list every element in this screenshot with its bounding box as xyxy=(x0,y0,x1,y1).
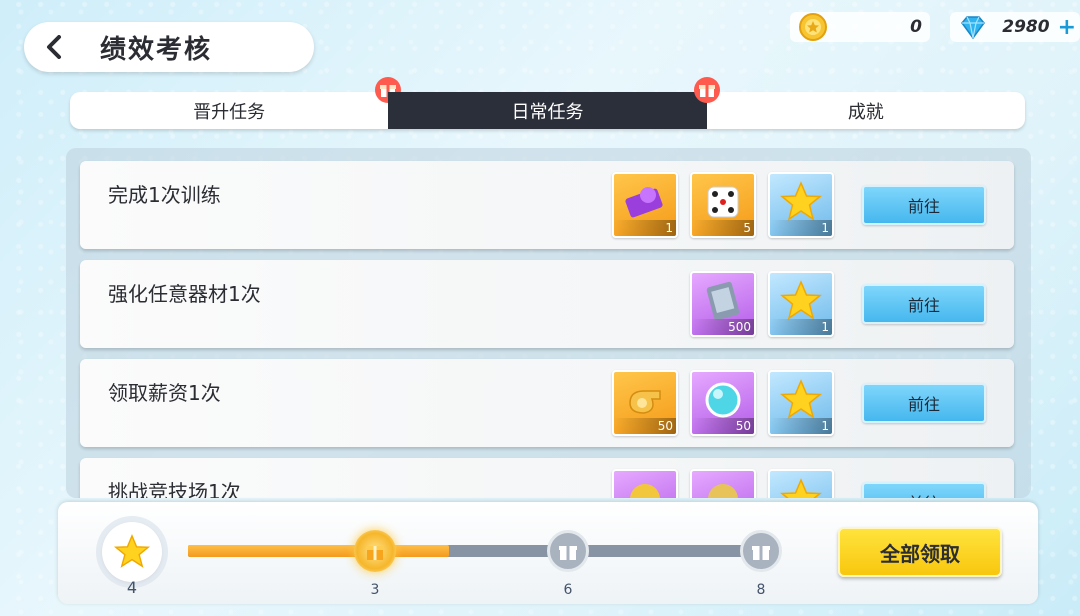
reward-count: 50 xyxy=(692,418,754,434)
gift-icon xyxy=(752,546,770,560)
activity-progress-bar: 4 3 6 8 全部领取 xyxy=(58,502,1038,604)
reward-item[interactable] xyxy=(690,469,756,498)
milestone-chest[interactable] xyxy=(354,530,396,572)
tablet-icon xyxy=(706,281,740,321)
milestone-chest[interactable] xyxy=(740,530,782,572)
gem-counter[interactable]: 2980 + xyxy=(950,12,1080,42)
reward-count: 1 xyxy=(770,220,832,236)
task-row: 领取薪资1次 50 50 1 前往 xyxy=(80,359,1014,447)
reward-item[interactable]: 1 xyxy=(768,370,834,436)
activity-points-badge xyxy=(102,522,162,582)
reward-count: 1 xyxy=(770,418,832,434)
coin-counter[interactable]: 0 xyxy=(790,12,930,42)
back-button[interactable] xyxy=(24,22,84,72)
tab-label: 晋升任务 xyxy=(193,101,266,123)
milestone-label: 8 xyxy=(756,582,766,598)
go-button[interactable]: 前往 xyxy=(862,185,986,225)
star-icon xyxy=(779,379,823,419)
go-button[interactable]: 前往 xyxy=(862,482,986,498)
star-icon xyxy=(113,534,151,568)
go-button[interactable]: 前往 xyxy=(862,383,986,423)
gem-value: 2980 xyxy=(1002,17,1050,37)
diamond-icon xyxy=(961,16,985,40)
reward-item[interactable]: 5 xyxy=(690,172,756,238)
task-title: 强化任意器材1次 xyxy=(108,282,261,306)
claim-all-button[interactable]: 全部领取 xyxy=(838,527,1002,577)
reward-item[interactable] xyxy=(612,469,678,498)
reward-item[interactable] xyxy=(768,469,834,498)
tab-label: 成就 xyxy=(847,101,884,123)
milestone-label: 3 xyxy=(370,582,380,598)
coin-value: 0 xyxy=(910,17,922,37)
tab-label: 日常任务 xyxy=(511,101,584,123)
whistle-icon xyxy=(629,390,661,414)
reward-count: 5 xyxy=(692,220,754,236)
coin-icon xyxy=(799,13,827,41)
dice-icon xyxy=(707,186,739,218)
reward-count: 1 xyxy=(770,319,832,335)
tab-promotion[interactable]: 晋升任务 xyxy=(70,77,402,129)
reward-count: 50 xyxy=(614,418,676,434)
add-gems-button[interactable]: + xyxy=(1058,15,1076,40)
reward-item[interactable]: 50 xyxy=(612,370,678,436)
milestone-chest[interactable] xyxy=(547,530,589,572)
title-bar: 绩效考核 xyxy=(24,22,314,72)
gift-icon xyxy=(366,546,384,560)
reward-count: 1 xyxy=(614,220,676,236)
reward-item[interactable]: 1 xyxy=(768,172,834,238)
star-icon xyxy=(779,181,823,221)
task-title: 完成1次训练 xyxy=(108,183,221,207)
tab-bar: 晋升任务 日常任务 成就 xyxy=(70,77,1025,129)
tab-achievements[interactable]: 成就 xyxy=(707,92,1025,129)
reward-item[interactable]: 50 xyxy=(690,370,756,436)
reward-item[interactable]: 1 xyxy=(612,172,678,238)
reward-item[interactable]: 1 xyxy=(768,271,834,337)
milestone-label: 6 xyxy=(563,582,573,598)
go-button[interactable]: 前往 xyxy=(862,284,986,324)
star-icon xyxy=(779,280,823,320)
tab-daily[interactable]: 日常任务 xyxy=(388,77,720,129)
medal-icon xyxy=(630,484,660,498)
activity-points-value: 4 xyxy=(126,578,138,597)
progress-track xyxy=(188,545,768,557)
reward-item[interactable]: 500 xyxy=(690,271,756,337)
back-arrow-icon xyxy=(47,35,61,59)
task-list[interactable]: 完成1次训练 1 5 1 前往 强化任意器材1次 500 1 前往 领取薪资1次 xyxy=(66,148,1031,498)
orb-icon xyxy=(705,382,741,418)
task-row: 完成1次训练 1 5 1 前往 xyxy=(80,161,1014,249)
globe-icon xyxy=(708,484,738,498)
reward-count: 500 xyxy=(692,319,754,335)
page-title: 绩效考核 xyxy=(100,34,213,65)
progress-fill xyxy=(188,545,449,557)
gift-icon xyxy=(559,546,577,560)
task-title: 挑战竞技场1次 xyxy=(108,480,241,498)
task-row: 挑战竞技场1次 前往 xyxy=(80,458,1014,498)
star-icon xyxy=(779,478,823,498)
task-title: 领取薪资1次 xyxy=(108,381,221,405)
ticket-icon xyxy=(625,187,663,218)
task-row: 强化任意器材1次 500 1 前往 xyxy=(80,260,1014,348)
